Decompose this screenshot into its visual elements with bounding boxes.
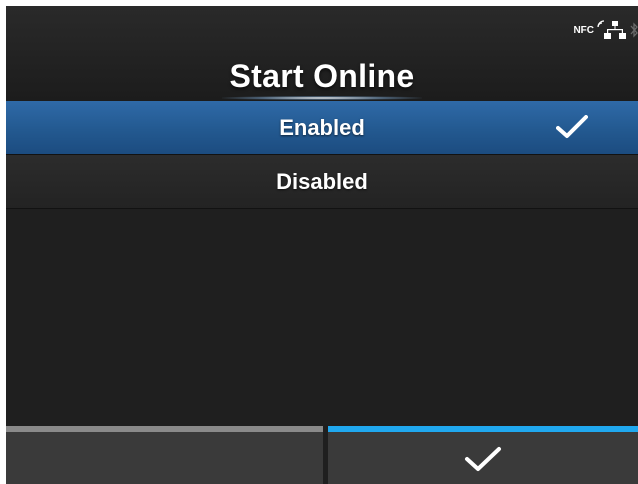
nfc-icon: NFC xyxy=(573,19,605,36)
confirm-button[interactable] xyxy=(328,426,638,484)
option-label: Disabled xyxy=(276,168,368,194)
back-button[interactable] xyxy=(6,426,323,484)
title-underline-glow xyxy=(222,96,422,100)
footer-bar xyxy=(6,426,638,484)
bluetooth-icon xyxy=(630,21,638,39)
network-icon xyxy=(604,21,626,39)
printer-display: NFC Start Online Enabled Disabled xyxy=(6,6,638,484)
option-label: Enabled xyxy=(279,114,365,140)
check-icon xyxy=(556,115,588,145)
option-enabled[interactable]: Enabled xyxy=(6,101,638,155)
option-disabled[interactable]: Disabled xyxy=(6,155,638,209)
status-icons: NFC xyxy=(573,19,638,40)
title-bar: NFC Start Online xyxy=(6,6,638,101)
page-title: Start Online xyxy=(229,58,415,94)
check-icon xyxy=(463,446,503,477)
option-list: Enabled Disabled xyxy=(6,101,638,209)
